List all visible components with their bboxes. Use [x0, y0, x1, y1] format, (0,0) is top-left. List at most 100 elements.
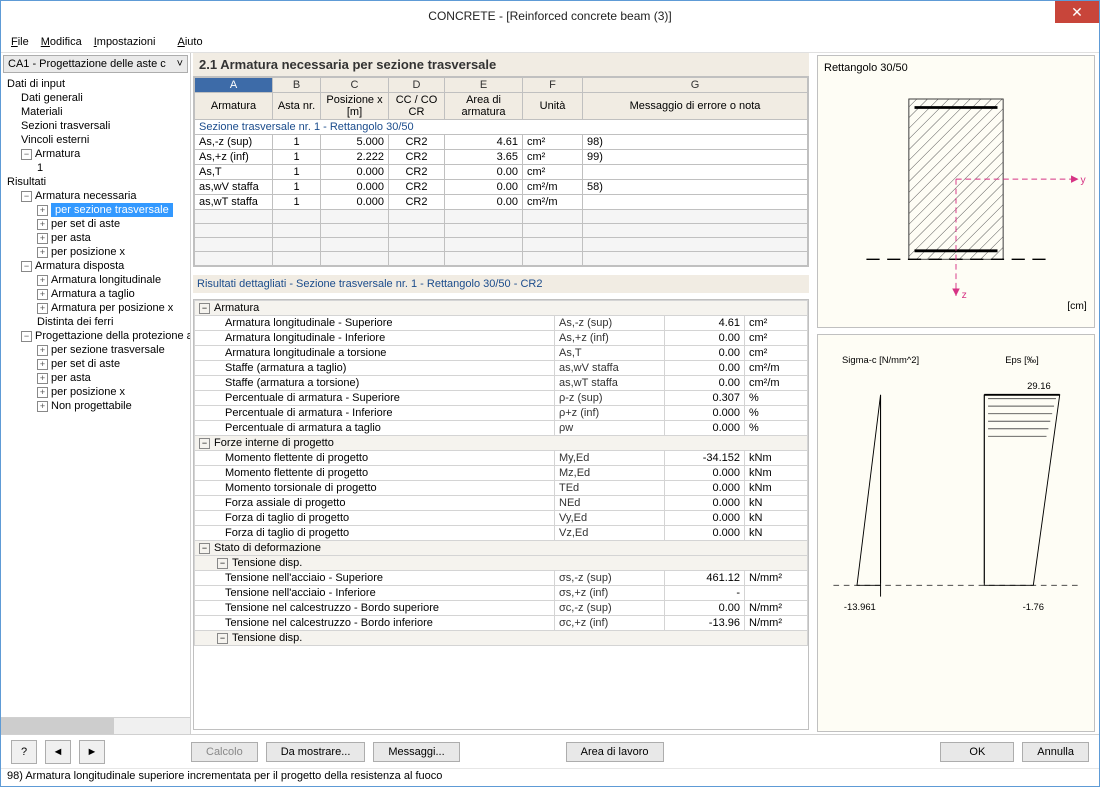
details-row[interactable]: Momento flettente di progettoMz,Ed0.000k…: [195, 466, 808, 481]
tree-dati[interactable]: Dati di input: [3, 77, 188, 91]
menu-modifica[interactable]: Modifica: [41, 36, 82, 48]
tree-armatura[interactable]: −Armatura: [3, 147, 188, 161]
tree-arm-nec[interactable]: −Armatura necessaria: [3, 189, 188, 203]
details-row[interactable]: Armatura longitudinale a torsioneAs,T0.0…: [195, 346, 808, 361]
tree-arm-disp[interactable]: −Armatura disposta: [3, 259, 188, 273]
expand-icon[interactable]: +: [37, 205, 48, 216]
expand-icon[interactable]: +: [37, 373, 48, 384]
details-row[interactable]: Forza assiale di progettoNEd0.000kN: [195, 496, 808, 511]
nav-tree[interactable]: Dati di input Dati generali Materiali Se…: [1, 75, 190, 717]
menubar: File Modifica Impostazioni Aiuto: [1, 31, 1099, 53]
sidebar-hscroll[interactable]: [1, 717, 190, 734]
tree-materiali[interactable]: Materiali: [3, 105, 188, 119]
collapse-icon[interactable]: −: [21, 331, 32, 342]
details-row[interactable]: −Tensione disp.: [195, 631, 808, 646]
collapse-icon[interactable]: −: [21, 149, 32, 160]
cross-section-panel: Rettangolo 30/50 y: [817, 55, 1095, 328]
expand-icon[interactable]: +: [37, 345, 48, 356]
details-row[interactable]: Armatura longitudinale - SuperioreAs,-z …: [195, 316, 808, 331]
col-d[interactable]: D: [389, 78, 445, 93]
details-row[interactable]: −Stato di deformazione: [195, 541, 808, 556]
details-row[interactable]: Tensione nell'acciaio - Superioreσs,-z (…: [195, 571, 808, 586]
details-row[interactable]: Percentuale di armatura - Inferioreρ+z (…: [195, 406, 808, 421]
close-button[interactable]: ✕: [1055, 1, 1099, 23]
details-row[interactable]: Tensione nel calcestruzzo - Bordo inferi…: [195, 616, 808, 631]
nav-next-icon[interactable]: ►: [79, 740, 105, 764]
design-case-select[interactable]: CA1 - Progettazione delle aste c: [3, 55, 188, 73]
expand-icon[interactable]: +: [37, 387, 48, 398]
tree-dati-generali[interactable]: Dati generali: [3, 91, 188, 105]
details-row[interactable]: Staffe (armatura a taglio)as,wV staffa0.…: [195, 361, 808, 376]
ok-button[interactable]: OK: [940, 742, 1014, 762]
tree-psa[interactable]: +per set di aste: [3, 357, 188, 371]
tree-ppx[interactable]: +per posizione x: [3, 385, 188, 399]
details-row[interactable]: Staffe (armatura a torsione)as,wT staffa…: [195, 376, 808, 391]
nav-prev-icon[interactable]: ◄: [45, 740, 71, 764]
details-row[interactable]: Forza di taglio di progettoVz,Ed0.000kN: [195, 526, 808, 541]
expand-icon[interactable]: +: [37, 359, 48, 370]
expand-icon[interactable]: +: [37, 247, 48, 258]
expand-icon[interactable]: +: [37, 303, 48, 314]
col-e[interactable]: E: [445, 78, 523, 93]
menu-aiuto[interactable]: Aiuto: [177, 36, 202, 48]
col-f[interactable]: F: [523, 78, 583, 93]
tree-sezioni[interactable]: Sezioni trasversali: [3, 119, 188, 133]
table-row[interactable]: As,-z (sup)15.000CR24.61cm²98): [195, 135, 808, 150]
expand-icon[interactable]: +: [37, 219, 48, 230]
tree-armatura-1[interactable]: 1: [3, 161, 188, 175]
tree-risultati[interactable]: Risultati: [3, 175, 188, 189]
tree-arm-ppx[interactable]: +Armatura per posizione x: [3, 301, 188, 315]
details-table[interactable]: −ArmaturaArmatura longitudinale - Superi…: [193, 299, 809, 730]
tree-dist-ferri[interactable]: Distinta dei ferri: [3, 315, 188, 329]
details-row[interactable]: Momento flettente di progettoMy,Ed-34.15…: [195, 451, 808, 466]
tree-arm-tag[interactable]: +Armatura a taglio: [3, 287, 188, 301]
area-button[interactable]: Area di lavoro: [566, 742, 664, 762]
tree-pst[interactable]: +per sezione trasversale: [3, 343, 188, 357]
menu-file[interactable]: File: [11, 36, 29, 48]
collapse-icon[interactable]: −: [21, 261, 32, 272]
annulla-button[interactable]: Annulla: [1022, 742, 1089, 762]
calcolo-button[interactable]: Calcolo: [191, 742, 258, 762]
details-row[interactable]: −Tensione disp.: [195, 556, 808, 571]
section-diagram: y z [cm]: [824, 78, 1088, 318]
expand-icon[interactable]: +: [37, 289, 48, 300]
tree-vincoli[interactable]: Vincoli esterni: [3, 133, 188, 147]
col-c[interactable]: C: [321, 78, 389, 93]
tree-nonprog[interactable]: +Non progettabile: [3, 399, 188, 413]
details-row[interactable]: −Forze interne di progetto: [195, 436, 808, 451]
help-icon[interactable]: ?: [11, 740, 37, 764]
details-row[interactable]: −Armatura: [195, 301, 808, 316]
stress-diagram: Sigma-c [N/mm^2] Eps [‰] -13.961 2: [824, 341, 1088, 641]
tree-prog-prot[interactable]: −Progettazione della protezione a: [3, 329, 188, 343]
col-g[interactable]: G: [583, 78, 808, 93]
tree-per-asta[interactable]: +per asta: [3, 231, 188, 245]
collapse-icon[interactable]: −: [21, 191, 32, 202]
tree-per-pos[interactable]: +per posizione x: [3, 245, 188, 259]
col-b[interactable]: B: [273, 78, 321, 93]
main-section-title: 2.1 Armatura necessaria per sezione tras…: [193, 53, 809, 76]
svg-text:z: z: [962, 290, 967, 301]
damostrare-button[interactable]: Da mostrare...: [266, 742, 366, 762]
table-row[interactable]: As,T10.000CR20.00cm²: [195, 165, 808, 180]
tree-per-sez[interactable]: +per sezione trasversale: [3, 203, 188, 217]
tree-per-set[interactable]: +per set di aste: [3, 217, 188, 231]
expand-icon[interactable]: +: [37, 401, 48, 412]
tree-pa[interactable]: +per asta: [3, 371, 188, 385]
table-row[interactable]: as,wV staffa10.000CR20.00cm²/m58): [195, 180, 808, 195]
details-row[interactable]: Tensione nel calcestruzzo - Bordo superi…: [195, 601, 808, 616]
results-table[interactable]: A B C D E F G Armatura Asta nr. Posizion…: [193, 76, 809, 267]
col-a[interactable]: A: [195, 78, 273, 93]
messaggi-button[interactable]: Messaggi...: [373, 742, 459, 762]
details-row[interactable]: Percentuale di armatura - Superioreρ-z (…: [195, 391, 808, 406]
details-row[interactable]: Forza di taglio di progettoVy,Ed0.000kN: [195, 511, 808, 526]
details-row[interactable]: Percentuale di armatura a taglioρw0.000%: [195, 421, 808, 436]
table-row[interactable]: As,+z (inf)12.222CR23.65cm²99): [195, 150, 808, 165]
expand-icon[interactable]: +: [37, 233, 48, 244]
expand-icon[interactable]: +: [37, 275, 48, 286]
details-row[interactable]: Armatura longitudinale - InferioreAs,+z …: [195, 331, 808, 346]
table-row[interactable]: as,wT staffa10.000CR20.00cm²/m: [195, 195, 808, 210]
details-row[interactable]: Tensione nell'acciaio - Inferioreσs,+z (…: [195, 586, 808, 601]
tree-arm-long[interactable]: +Armatura longitudinale: [3, 273, 188, 287]
menu-impostazioni[interactable]: Impostazioni: [94, 36, 156, 48]
details-row[interactable]: Momento torsionale di progettoTEd0.000kN…: [195, 481, 808, 496]
